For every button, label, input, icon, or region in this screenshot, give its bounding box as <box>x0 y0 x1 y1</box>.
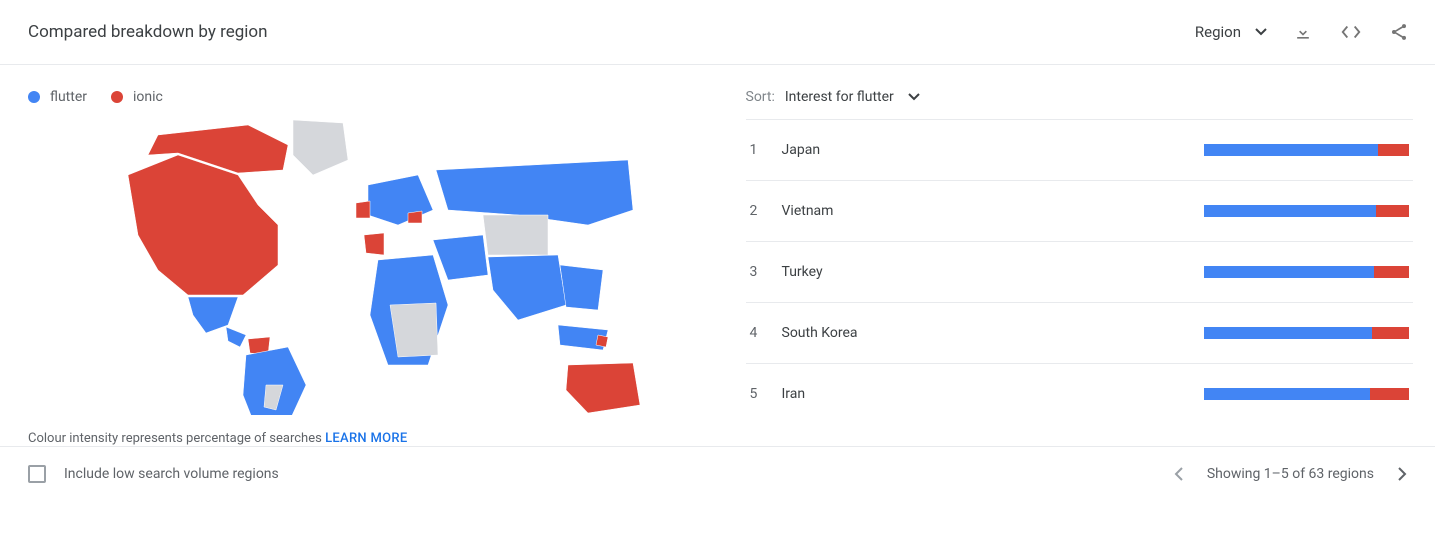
rank: 3 <box>750 264 782 280</box>
region-dropdown-label: Region <box>1195 23 1241 41</box>
sort-dropdown[interactable]: Interest for flutter <box>785 89 920 105</box>
embed-icon[interactable] <box>1339 20 1363 44</box>
region-dropdown[interactable]: Region <box>1195 23 1267 41</box>
table-row[interactable]: 3Turkey <box>746 241 1414 302</box>
legend-item-flutter[interactable]: flutter <box>28 89 87 105</box>
bar-ionic <box>1376 205 1409 217</box>
world-map[interactable] <box>88 115 648 415</box>
sort-label: Sort: <box>746 89 775 105</box>
legend: flutter ionic <box>28 89 690 105</box>
country-name: Iran <box>782 386 1205 402</box>
country-name: South Korea <box>782 325 1205 341</box>
panel-title: Compared breakdown by region <box>28 22 268 42</box>
bar-ionic <box>1372 327 1409 339</box>
table-row[interactable]: 4South Korea <box>746 302 1414 363</box>
bar-ionic <box>1374 266 1409 278</box>
learn-more-link[interactable]: LEARN MORE <box>325 431 407 446</box>
dot-icon <box>111 91 123 103</box>
table-row[interactable]: 2Vietnam <box>746 180 1414 241</box>
sort-value-label: Interest for flutter <box>785 89 894 105</box>
header-tools: Region <box>1195 20 1411 44</box>
caption-text: Colour intensity represents percentage o… <box>28 431 322 446</box>
interest-bar <box>1204 144 1409 156</box>
bar-flutter <box>1204 205 1376 217</box>
next-page-icon[interactable] <box>1398 467 1407 481</box>
content-area: flutter ionic <box>0 65 1435 446</box>
country-name: Vietnam <box>782 203 1205 219</box>
sort-row: Sort: Interest for flutter <box>746 89 1414 105</box>
rank: 2 <box>750 203 782 219</box>
interest-bar <box>1204 266 1409 278</box>
legend-label: flutter <box>50 89 87 105</box>
checkbox-label: Include low search volume regions <box>64 466 279 482</box>
prev-page-icon[interactable] <box>1174 467 1183 481</box>
chevron-down-icon <box>908 93 920 101</box>
bar-ionic <box>1370 388 1409 400</box>
region-list: 1Japan2Vietnam3Turkey4South Korea5Iran <box>746 119 1414 424</box>
bar-flutter <box>1204 327 1372 339</box>
panel-header: Compared breakdown by region Region <box>0 0 1435 64</box>
interest-bar <box>1204 327 1409 339</box>
dot-icon <box>28 91 40 103</box>
country-name: Turkey <box>782 264 1205 280</box>
bar-ionic <box>1378 144 1409 156</box>
bar-flutter <box>1204 266 1374 278</box>
panel-footer: Include low search volume regions Showin… <box>0 446 1435 501</box>
map-caption: Colour intensity represents percentage o… <box>28 431 690 446</box>
country-name: Japan <box>782 142 1205 158</box>
rank: 1 <box>750 142 782 158</box>
region-list-panel: Sort: Interest for flutter 1Japan2Vietna… <box>718 65 1435 446</box>
interest-bar <box>1204 205 1409 217</box>
checkbox-icon[interactable] <box>28 465 46 483</box>
legend-label: ionic <box>133 89 163 105</box>
bar-flutter <box>1204 388 1370 400</box>
chevron-down-icon <box>1255 28 1267 36</box>
low-volume-toggle[interactable]: Include low search volume regions <box>28 465 279 483</box>
legend-item-ionic[interactable]: ionic <box>111 89 163 105</box>
pagination: Showing 1–5 of 63 regions <box>1174 466 1407 482</box>
bar-flutter <box>1204 144 1378 156</box>
interest-bar <box>1204 388 1409 400</box>
map-panel: flutter ionic <box>0 65 718 446</box>
pagination-text: Showing 1–5 of 63 regions <box>1207 466 1374 482</box>
table-row[interactable]: 5Iran <box>746 363 1414 424</box>
share-icon[interactable] <box>1387 20 1411 44</box>
table-row[interactable]: 1Japan <box>746 119 1414 180</box>
download-icon[interactable] <box>1291 20 1315 44</box>
rank: 4 <box>750 325 782 341</box>
rank: 5 <box>750 386 782 402</box>
